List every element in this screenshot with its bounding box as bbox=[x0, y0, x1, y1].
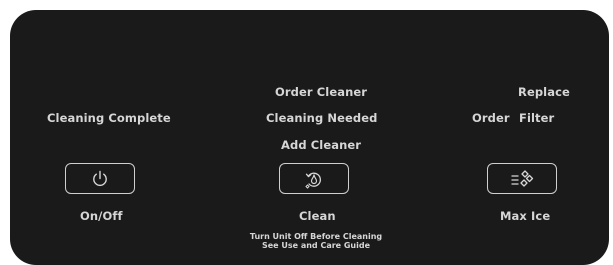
order-filter-indicator: Order bbox=[472, 111, 510, 125]
clean-note-line2: See Use and Care Guide bbox=[261, 241, 371, 250]
max-ice-icon bbox=[511, 169, 534, 187]
power-icon bbox=[93, 170, 107, 186]
clean-cycle-icon bbox=[305, 172, 321, 189]
clean-label: Clean bbox=[299, 209, 336, 223]
on-off-button[interactable] bbox=[65, 163, 135, 194]
max-ice-label: Max Ice bbox=[500, 209, 551, 223]
replace-filter-indicator: Replace bbox=[518, 85, 570, 99]
order-cleaner-indicator: Order Cleaner bbox=[275, 85, 368, 99]
filter-label: Filter bbox=[519, 111, 555, 125]
add-cleaner-indicator: Add Cleaner bbox=[281, 138, 362, 152]
cleaning-complete-indicator: Cleaning Complete bbox=[47, 111, 171, 125]
on-off-label: On/Off bbox=[80, 209, 123, 223]
max-ice-button[interactable] bbox=[487, 163, 557, 194]
clean-button[interactable] bbox=[279, 163, 349, 194]
cleaning-needed-indicator: Cleaning Needed bbox=[266, 111, 378, 125]
